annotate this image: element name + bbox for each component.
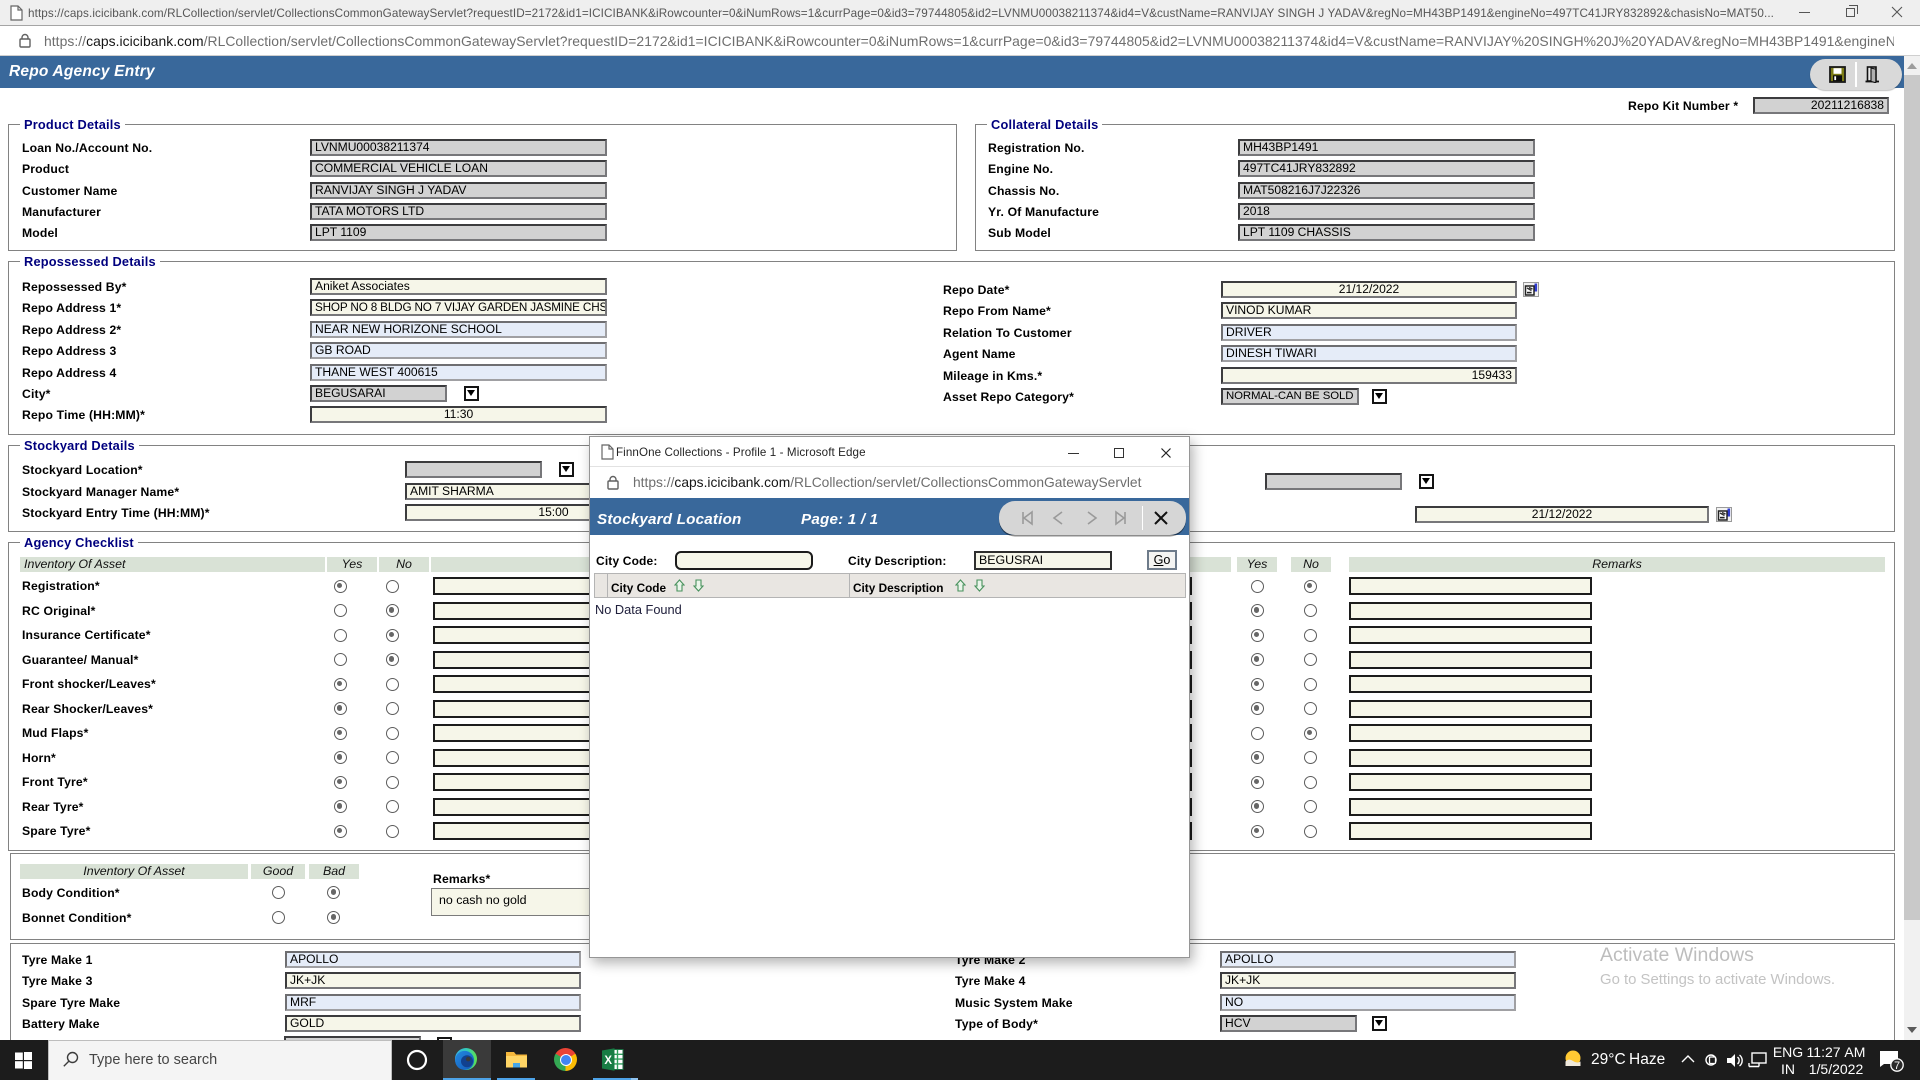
svg-text:7: 7: [1894, 1060, 1900, 1072]
svg-text:X: X: [604, 1055, 612, 1067]
